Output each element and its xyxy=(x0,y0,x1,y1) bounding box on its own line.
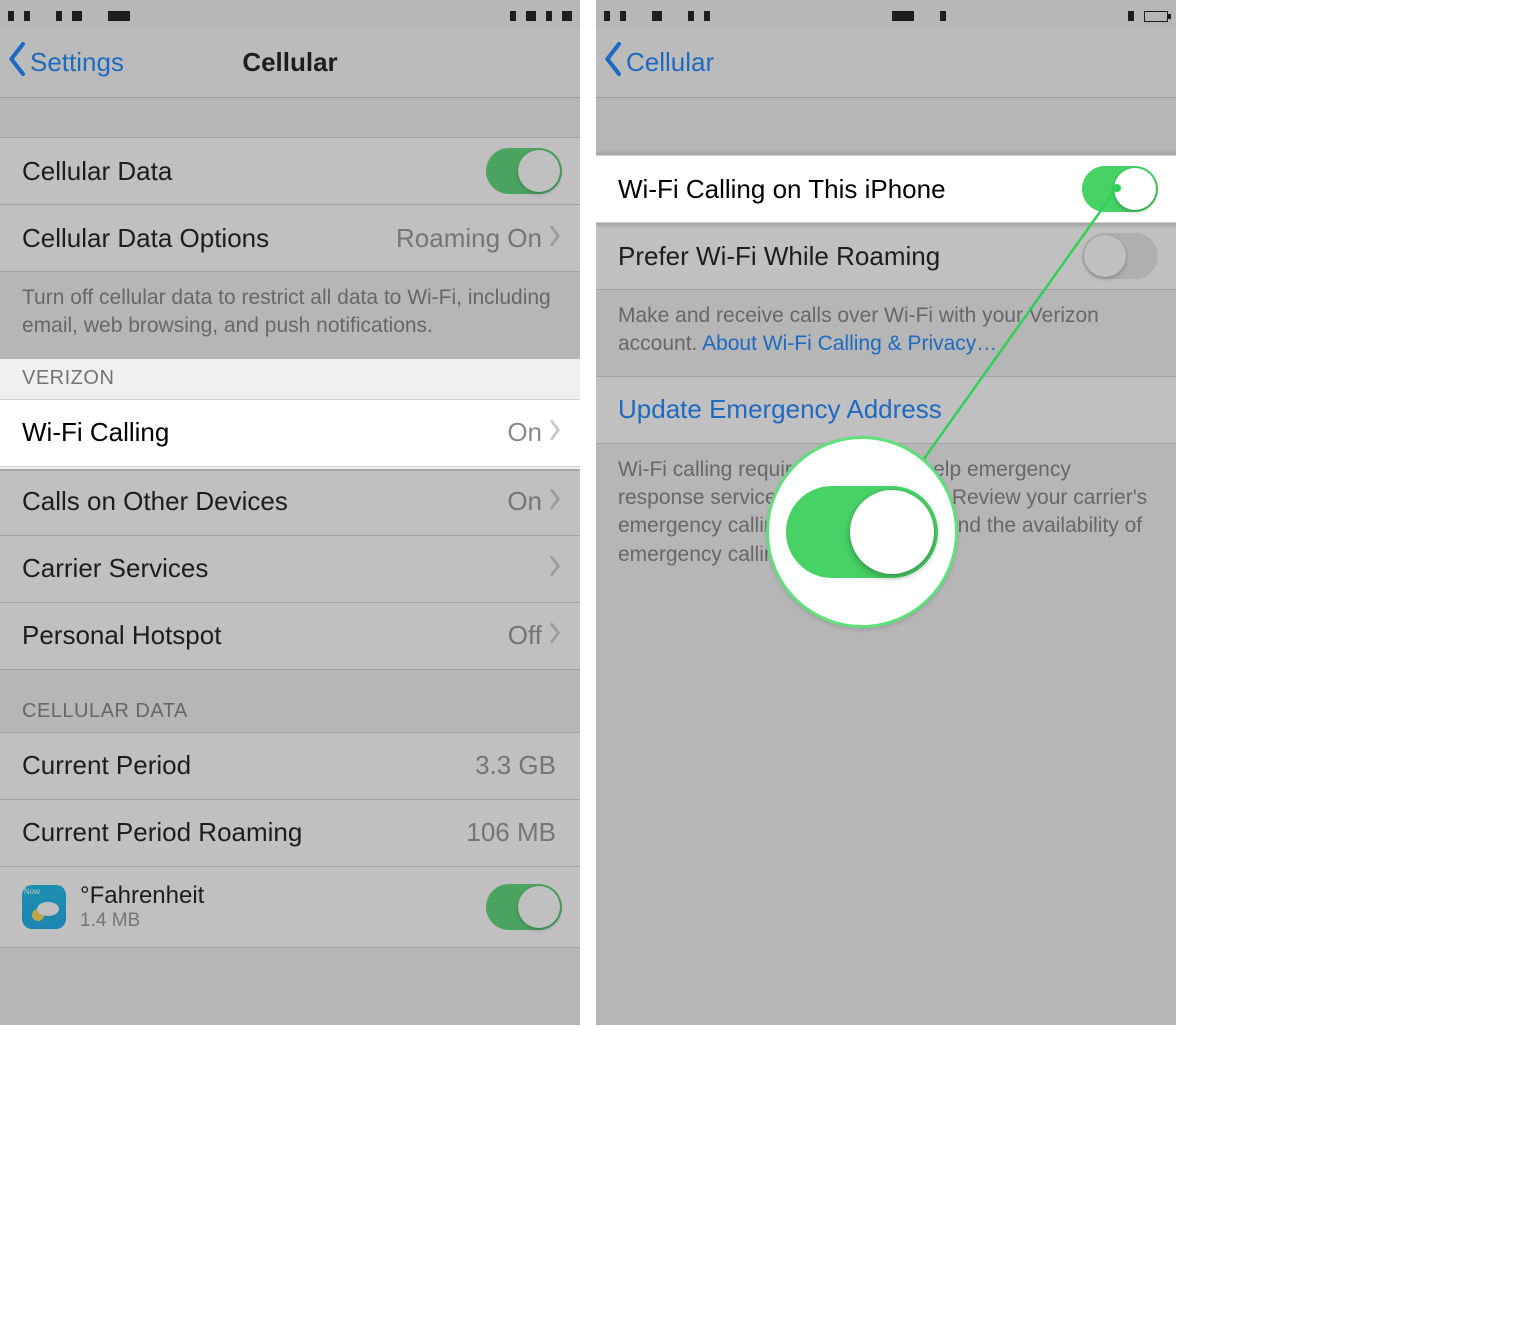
app-usage-row[interactable]: Now °Fahrenheit 1.4 MB xyxy=(0,866,580,948)
nav-header: Cellular xyxy=(596,28,1176,98)
cellular-data-options-value: Roaming On xyxy=(396,223,548,254)
fahrenheit-app-icon: Now xyxy=(22,885,66,929)
prefer-wifi-roaming-toggle[interactable] xyxy=(1082,233,1158,279)
roaming-period-value: 106 MB xyxy=(466,817,562,848)
carrier-section-header: VERIZON xyxy=(0,359,580,400)
cellular-data-toggle[interactable] xyxy=(486,148,562,194)
app-name: °Fahrenheit xyxy=(80,882,204,910)
update-emergency-address-row[interactable]: Update Emergency Address xyxy=(596,376,1176,444)
chevron-left-icon xyxy=(604,42,624,83)
personal-hotspot-row[interactable]: Personal Hotspot Off xyxy=(0,602,580,670)
wifi-account-note: Make and receive calls over Wi-Fi with y… xyxy=(596,290,1176,377)
cellular-data-row[interactable]: Cellular Data xyxy=(0,137,580,205)
current-period-roaming-row: Current Period Roaming 106 MB xyxy=(0,799,580,867)
cellular-data-label: Cellular Data xyxy=(22,156,486,187)
chevron-right-icon xyxy=(548,223,562,254)
calls-other-label: Calls on Other Devices xyxy=(22,486,507,517)
wifi-calling-on-iphone-toggle[interactable] xyxy=(1082,166,1158,212)
cellular-data-note: Turn off cellular data to restrict all d… xyxy=(0,272,580,359)
chevron-right-icon xyxy=(548,417,562,448)
app-size: 1.4 MB xyxy=(80,910,204,932)
calls-other-devices-row[interactable]: Calls on Other Devices On xyxy=(0,468,580,536)
status-bar xyxy=(596,0,1176,28)
current-period-row: Current Period 3.3 GB xyxy=(0,732,580,800)
prefer-wifi-roaming-row[interactable]: Prefer Wi-Fi While Roaming xyxy=(596,222,1176,290)
current-period-label: Current Period xyxy=(22,750,475,781)
cellular-data-options-row[interactable]: Cellular Data Options Roaming On xyxy=(0,204,580,272)
about-wifi-privacy-link[interactable]: About Wi-Fi Calling & Privacy… xyxy=(702,332,997,355)
carrier-services-row[interactable]: Carrier Services xyxy=(0,535,580,603)
left-screen: Settings Cellular Cellular Data Cellular… xyxy=(0,0,580,1025)
status-bar xyxy=(0,0,580,28)
back-label: Cellular xyxy=(626,47,714,78)
hotspot-label: Personal Hotspot xyxy=(22,620,508,651)
chevron-left-icon xyxy=(8,42,28,83)
wifi-calling-on-iphone-label: Wi-Fi Calling on This iPhone xyxy=(618,174,1082,205)
app-data-toggle[interactable] xyxy=(486,884,562,930)
back-button[interactable]: Cellular xyxy=(596,42,714,83)
chevron-right-icon xyxy=(548,553,562,584)
right-screen: Cellular Wi-Fi Calling on This iPhone Pr… xyxy=(596,0,1176,1025)
wifi-calling-value: On xyxy=(507,417,548,448)
calls-other-value: On xyxy=(507,486,548,517)
roaming-period-label: Current Period Roaming xyxy=(22,817,466,848)
battery-icon xyxy=(1144,11,1168,22)
data-section-header: CELLULAR DATA xyxy=(0,670,580,733)
wifi-calling-on-iphone-row[interactable]: Wi-Fi Calling on This iPhone xyxy=(596,155,1176,223)
back-label: Settings xyxy=(30,47,124,78)
nav-header: Settings Cellular xyxy=(0,28,580,98)
emergency-note: Wi-Fi calling requires location to help … xyxy=(596,444,1176,587)
prefer-wifi-roaming-label: Prefer Wi-Fi While Roaming xyxy=(618,241,1082,272)
wifi-calling-label: Wi-Fi Calling xyxy=(22,417,507,448)
current-period-value: 3.3 GB xyxy=(475,750,562,781)
chevron-right-icon xyxy=(548,620,562,651)
wifi-calling-row[interactable]: Wi-Fi Calling On xyxy=(0,399,580,467)
update-emergency-address-label: Update Emergency Address xyxy=(618,394,1158,425)
chevron-right-icon xyxy=(548,486,562,517)
cellular-data-options-label: Cellular Data Options xyxy=(22,223,396,254)
carrier-services-label: Carrier Services xyxy=(22,553,548,584)
back-button[interactable]: Settings xyxy=(0,42,124,83)
hotspot-value: Off xyxy=(508,620,548,651)
